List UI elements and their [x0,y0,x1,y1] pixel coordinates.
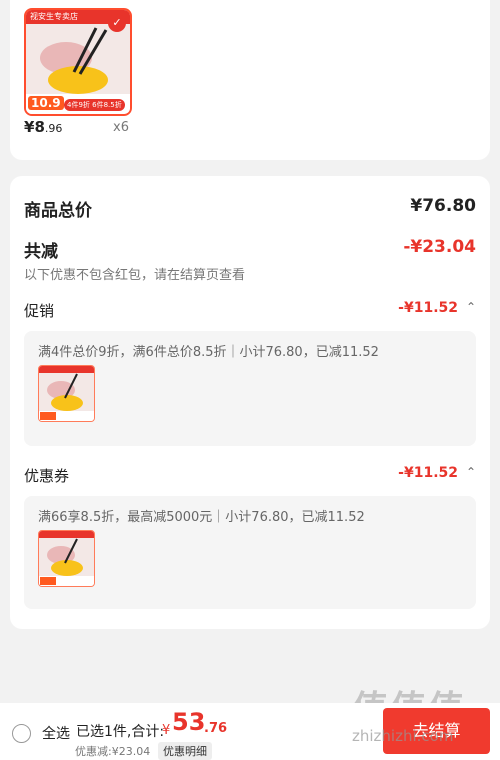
price-symbol: ¥ [24,118,35,136]
image-promo-badge: 4件9折 6件8.5折 [64,99,125,111]
coupon-value: -¥11.52 [398,465,458,481]
coupon-detail: 满66享8.5折，最高减5000元｜小计76.80，已减11.52 [38,510,365,525]
watermark-site: zhizhizhi.com [352,727,454,745]
promotion-label: 促销 [24,302,55,320]
promotion-product-thumb [38,365,95,422]
discount-note: 以下优惠不包含红包，请在结算页查看 [24,268,246,283]
price-dec: .96 [44,122,63,135]
price-int: 8 [34,118,45,136]
discount-value: -¥23.04 [403,237,476,257]
chevron-up-icon[interactable]: ⌃ [466,300,476,314]
total-label: 商品总价 [24,201,92,221]
total-row: 商品总价 ¥76.80 [24,196,476,221]
bottom-total-dec: .76 [204,721,228,736]
total-value: ¥76.80 [410,196,476,216]
select-all-label[interactable]: 全选 [42,723,70,743]
coupon-product-thumb [38,530,95,587]
promotion-value: -¥11.52 [398,300,458,316]
promotion-detail: 满4件总价9折，满6件总价8.5折｜小计76.80，已减11.52 [38,345,379,360]
product-image[interactable]: 视安生专卖店 ✓ 10.9 4件9折 6件8.5折 [24,8,132,116]
food-thumbnail [39,531,94,586]
summary-card: 商品总价 ¥76.80 共减 -¥23.04 以下优惠不包含红包，请在结算页查看… [10,176,490,629]
discount-label: 共减 [24,242,58,262]
image-price-tag: 10.9 [28,96,64,110]
food-thumbnail [39,366,94,421]
select-all-radio[interactable] [12,724,31,743]
product-price: ¥8.96 [24,118,62,136]
discount-detail-button[interactable]: 优惠明细 [158,742,212,760]
chevron-up-icon[interactable]: ⌃ [466,465,476,479]
coupon-label: 优惠券 [24,467,70,485]
coupon-row[interactable]: 优惠券 -¥11.52 ⌃ [24,465,476,485]
coupon-detail-box: 满66享8.5折，最高减5000元｜小计76.80，已减11.52 [24,496,476,609]
promotion-row[interactable]: 促销 -¥11.52 ⌃ [24,300,476,320]
bottom-total-int: 53 [172,708,206,736]
bottom-total-symbol: ¥ [162,723,171,738]
bottom-discount: 优惠减:¥23.04 [75,745,151,758]
discount-row: 共减 -¥23.04 [24,237,476,262]
selected-summary: 已选1件,合计: [76,724,165,740]
promotion-detail-box: 满4件总价9折，满6件总价8.5折｜小计76.80，已减11.52 [24,331,476,446]
product-quantity: x6 [113,120,129,135]
product-card: 视安生专卖店 ✓ 10.9 4件9折 6件8.5折 ¥8.96 x6 [10,0,490,160]
